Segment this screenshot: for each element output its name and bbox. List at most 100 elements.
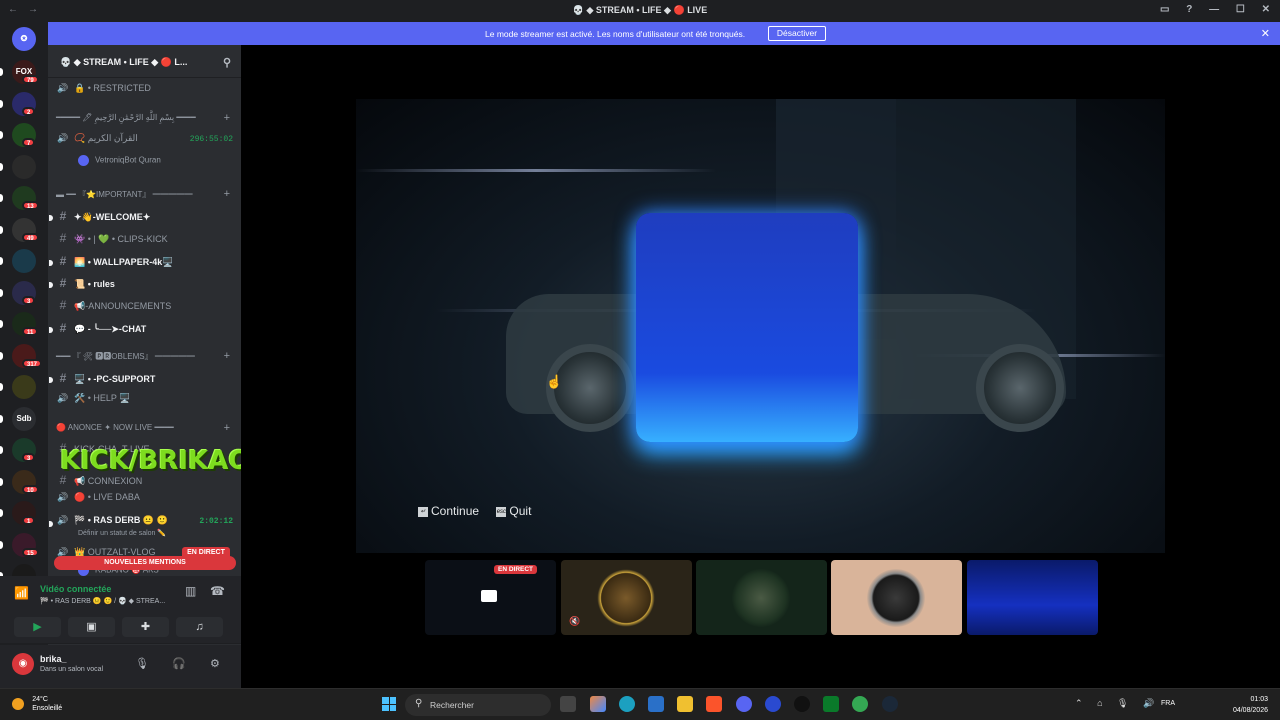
unread-indicator xyxy=(0,540,3,549)
minimize-icon[interactable]: — xyxy=(1209,4,1219,15)
brave-icon[interactable] xyxy=(706,696,722,712)
settings-gear-icon[interactable]: ⚙ xyxy=(210,657,220,670)
server-icon[interactable] xyxy=(12,375,36,399)
chrome-icon[interactable] xyxy=(852,696,868,712)
continue-control[interactable]: ↵ Continue xyxy=(418,504,479,518)
channel-name: 👾 • | 💚 • CLIPS-KICK xyxy=(74,234,168,244)
tile-screen-share[interactable]: EN DIRECT xyxy=(425,560,556,635)
server-icon[interactable]: Sdb xyxy=(12,406,36,431)
server-icon[interactable] xyxy=(12,154,36,179)
inbox-icon[interactable]: ▭ xyxy=(1160,4,1169,15)
terminal-icon[interactable] xyxy=(823,696,839,712)
tile-avatar-gamer-room[interactable] xyxy=(967,560,1098,635)
unread-indicator xyxy=(0,131,3,139)
discord-home-icon[interactable]: ✪ xyxy=(12,27,36,51)
voice-channel[interactable]: 🔊 🔴 • LIVE DABA xyxy=(56,492,236,510)
mention-badge: 15 xyxy=(22,547,39,557)
channel-category[interactable]: ━━━━━ 🖊 بِسْمِ اللَّهِ الرَّحْمَٰنِ الرَ… xyxy=(56,112,236,131)
taskbar-clock[interactable]: 01:03 04/08/2026 xyxy=(1218,694,1268,716)
game-controls: ↵ Continue esc Quit xyxy=(418,504,545,518)
create-channel-icon[interactable]: + xyxy=(224,112,230,124)
quit-control[interactable]: esc Quit xyxy=(496,504,531,518)
start-button-icon[interactable] xyxy=(382,697,396,711)
server-icon[interactable] xyxy=(12,249,36,273)
text-channel[interactable]: # 🌅 • WALLPAPER-4k🖥️ xyxy=(49,254,236,272)
network-icon[interactable]: ⌂ xyxy=(1097,698,1102,708)
steam-icon[interactable] xyxy=(882,696,898,712)
edge-icon[interactable] xyxy=(619,696,635,712)
create-channel-icon[interactable]: + xyxy=(224,422,230,434)
category-label: ━━━━━ 🖊 بِسْمِ اللَّهِ الرَّحْمَٰنِ الرَ… xyxy=(56,113,196,122)
mention-badge: 10 xyxy=(22,484,39,494)
voice-channel[interactable]: 🔊 📿 القرآن الكريم 296:55:02 xyxy=(56,133,236,151)
task-view-icon[interactable] xyxy=(560,696,576,712)
stream-video[interactable]: ☝ ↵ Continue esc Quit xyxy=(356,99,1165,553)
voice-channel[interactable]: 🔊 🛠️ • HELP 🖥️ xyxy=(56,393,236,411)
muted-icon: 🔇 xyxy=(569,616,581,626)
disconnect-icon[interactable]: ☎ xyxy=(210,584,225,598)
hashtag-icon: # xyxy=(59,209,67,223)
text-channel[interactable]: # 🖥️ • -PC-SUPPORT xyxy=(49,371,236,389)
text-channel[interactable]: # 📜 • rules xyxy=(49,276,236,294)
create-channel-icon[interactable]: + xyxy=(224,350,230,362)
taskbar-search[interactable]: ⚲ Rechercher xyxy=(405,694,551,716)
channel-category[interactable]: 🔴 ANONCE ✦ NOW LIVE ━━━━ + xyxy=(56,422,236,441)
avatar[interactable]: ◉ xyxy=(12,653,34,675)
tile-avatar-babanoz[interactable] xyxy=(696,560,827,635)
text-channel[interactable]: # 👾 • | 💚 • CLIPS-KICK xyxy=(56,231,236,249)
camera-button[interactable]: ▶ xyxy=(14,617,61,637)
noise-suppression-icon[interactable]: ▥ xyxy=(185,584,196,598)
screen-share-button[interactable]: ▣ xyxy=(68,617,115,637)
channel-name: 🛠️ • HELP 🖥️ xyxy=(74,393,131,403)
language-indicator[interactable]: FRA xyxy=(1161,700,1175,707)
category-label: 🔴 ANONCE ✦ NOW LIVE ━━━━ xyxy=(56,423,174,432)
create-channel-icon[interactable]: + xyxy=(224,188,230,200)
stream-stage: ☝ ↵ Continue esc Quit EN DIRECT 🔇 xyxy=(241,45,1280,688)
close-banner-icon[interactable]: ✕ xyxy=(1261,27,1270,40)
file-explorer-icon[interactable] xyxy=(677,696,693,712)
search-icon: ⚲ xyxy=(415,698,423,709)
voice-user[interactable]: VetroniqBot Quran xyxy=(78,155,161,166)
maximize-icon[interactable]: ☐ xyxy=(1236,4,1245,15)
copilot-icon[interactable] xyxy=(590,696,606,712)
soundboard-button[interactable]: ♫ xyxy=(176,617,223,637)
mic-tray-icon[interactable]: 🎙 xyxy=(1117,698,1128,708)
mention-badge: 13 xyxy=(22,201,39,210)
channel-category[interactable]: ━━━ 『 🛠 🅿🆁OBLEMS』 ━━━━━ + xyxy=(56,350,236,369)
new-mentions-button[interactable]: NOUVELLES MENTIONS xyxy=(54,556,236,570)
store-icon[interactable] xyxy=(648,696,664,712)
voice-channel[interactable]: 🔊 🔒 • RESTRICTED xyxy=(56,83,236,101)
channel-status[interactable]: Définir un statut de salon ✏️ xyxy=(78,529,241,547)
screen-share-icon xyxy=(481,590,497,602)
system-tray[interactable]: ⌃ ⌂ 🎙 🔊 xyxy=(1075,698,1166,709)
help-icon[interactable]: ? xyxy=(1186,4,1192,15)
tile-avatar-monkey[interactable]: 🔇 xyxy=(561,560,692,635)
weather-widget[interactable]: 24°C Ensoleillé xyxy=(12,695,62,713)
headset-icon[interactable]: 🎧 xyxy=(172,657,186,670)
text-channel[interactable]: # 📢-ANNOUNCEMENTS xyxy=(56,298,236,316)
channel-category[interactable]: ▬ ━━ 『⭐IMPORTANT』 ━━━━━ + xyxy=(56,188,236,207)
activities-button[interactable]: ✚ xyxy=(122,617,169,637)
weather-condition: Ensoleillé xyxy=(32,705,63,712)
mention-badge: 11 xyxy=(22,327,39,336)
signal-icon[interactable]: 📶 xyxy=(14,586,29,600)
microphone-icon[interactable]: 🎙 xyxy=(135,657,149,670)
server-header[interactable]: 💀 ◆ STREAM • LIFE ◆ 🔴 L... ⚲ xyxy=(48,45,241,78)
ea-app-icon[interactable] xyxy=(765,696,781,712)
close-window-icon[interactable]: ✕ xyxy=(1262,4,1270,15)
discord-icon[interactable] xyxy=(736,696,752,712)
unread-indicator xyxy=(49,215,53,221)
add-member-icon[interactable]: ⚲ xyxy=(223,56,231,69)
text-channel[interactable]: # 💬 - ╰──➤-CHAT xyxy=(49,321,236,339)
chevron-up-icon[interactable]: ⌃ xyxy=(1075,698,1083,708)
speaker-icon: 🔊 xyxy=(57,515,69,525)
tile-avatar-outzalt[interactable] xyxy=(831,560,962,635)
text-channel[interactable]: # ✦👋-WELCOME✦ xyxy=(49,209,236,227)
github-icon[interactable] xyxy=(794,696,810,712)
avatar xyxy=(732,569,790,627)
speaker-icon[interactable]: 🔊 xyxy=(1143,698,1154,708)
unread-indicator xyxy=(0,320,3,328)
hashtag-icon: # xyxy=(59,371,67,385)
disable-streamer-mode-button[interactable]: Désactiver xyxy=(768,26,826,41)
unread-indicator xyxy=(0,509,3,517)
